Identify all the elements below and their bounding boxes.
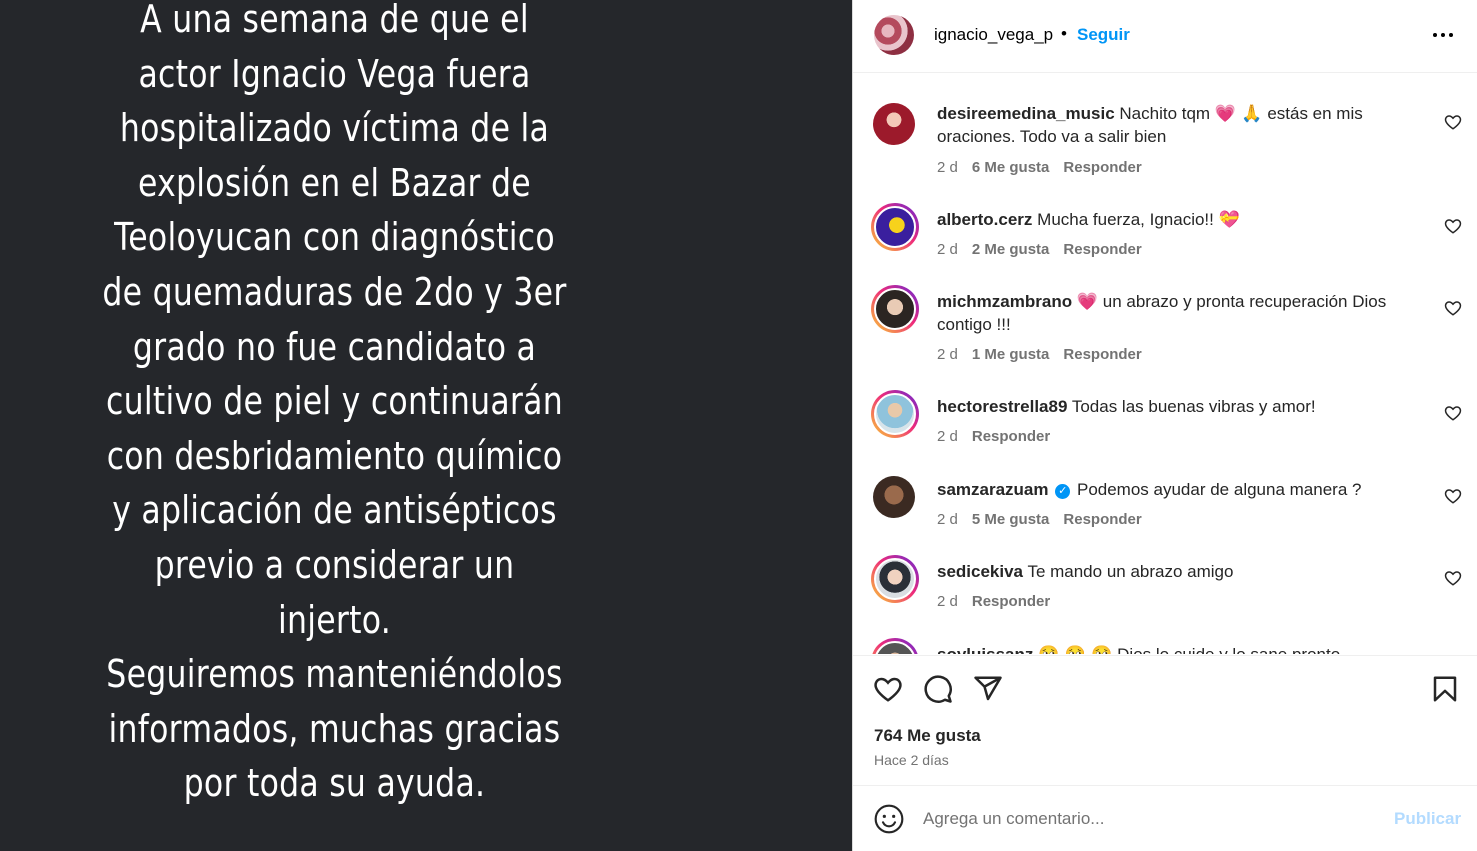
comment-body: alberto.cerz Mucha fuerza, Ignacio!! 💝 — [937, 209, 1407, 232]
comment-body: samzarazuam ✓ Podemos ayudar de alguna m… — [937, 479, 1407, 502]
like-comment-icon[interactable] — [1444, 113, 1462, 131]
comment-username[interactable]: michmzambrano — [937, 292, 1072, 311]
reply-button[interactable]: Responder — [972, 428, 1050, 445]
story-line: hospitalizado víctima de la — [119, 106, 550, 151]
reply-button[interactable]: Responder — [1063, 159, 1141, 176]
author-avatar[interactable] — [874, 15, 914, 55]
comment-text: Mucha fuerza, Ignacio!! — [1037, 210, 1214, 229]
post-side-panel: ignacio_vega_p • Seguir desireemedina_mu… — [852, 0, 1477, 851]
share-icon[interactable] — [973, 674, 1003, 704]
story-line: Seguiremos manteniéndolos — [106, 652, 563, 697]
story-line: grado no fue candidato a — [132, 324, 537, 369]
comment-emojis: 💗 — [1076, 292, 1098, 312]
comment-username[interactable]: samzarazuam — [937, 480, 1049, 499]
comment-emojis: 🥺 🥺 🥺 — [1038, 645, 1112, 654]
comment-username[interactable]: soyluissanz — [937, 645, 1033, 654]
story-line: actor Ignacio Vega fuera — [138, 51, 531, 96]
comment-composer: Publicar — [853, 785, 1477, 851]
commenter-avatar[interactable] — [871, 203, 919, 251]
comment-body: soyluissanz 🥺 🥺 🥺 Dios lo cuide y lo san… — [937, 644, 1407, 654]
comment-username[interactable]: alberto.cerz — [937, 210, 1032, 229]
comment-body: sedicekiva Te mando un abrazo amigo — [937, 561, 1407, 584]
story-line: injerto. — [277, 597, 391, 642]
comment-time[interactable]: 2 d — [937, 241, 958, 258]
comment-text: Nachito tqm — [1119, 104, 1211, 123]
story-line: y aplicación de antisépticos — [112, 488, 557, 533]
commenter-avatar[interactable] — [871, 285, 919, 333]
separator-dot: • — [1061, 24, 1067, 43]
story-line: con desbridamiento químico — [106, 433, 563, 478]
reply-button[interactable]: Responder — [1063, 511, 1141, 528]
commenter-avatar[interactable] — [873, 103, 915, 145]
likes-count[interactable]: 764 Me gusta — [874, 726, 981, 746]
follow-button[interactable]: Seguir — [1077, 25, 1130, 45]
reply-button[interactable]: Responder — [1063, 346, 1141, 363]
comment-username[interactable]: sedicekiva — [937, 562, 1023, 581]
comment-emojis: 💝 — [1218, 210, 1240, 230]
comment-username[interactable]: hectorestrella89 — [937, 397, 1067, 416]
reply-button[interactable]: Responder — [1063, 241, 1141, 258]
comment-time[interactable]: 2 d — [937, 159, 958, 176]
post-header: ignacio_vega_p • Seguir — [853, 0, 1477, 73]
like-icon[interactable] — [873, 674, 903, 704]
like-comment-icon[interactable] — [1444, 299, 1462, 317]
comment-input[interactable] — [923, 804, 1373, 834]
comment-time[interactable]: 2 d — [937, 593, 958, 610]
comment-meta: 2 d 1 Me gusta Responder — [937, 346, 1156, 363]
story-line: por toda su ayuda. — [183, 761, 486, 806]
verified-badge-icon: ✓ — [1055, 484, 1071, 499]
comment-icon[interactable] — [923, 674, 953, 704]
post-media: A una semana de que el actor Ignacio Veg… — [0, 0, 852, 851]
commenter-avatar[interactable] — [873, 476, 915, 518]
comment-likes[interactable]: 2 Me gusta — [972, 241, 1050, 258]
comment-text: Te mando un abrazo amigo — [1027, 562, 1234, 581]
post-actions: 764 Me gusta Hace 2 días — [853, 655, 1477, 785]
comment-emojis: 💗 🙏 — [1214, 104, 1263, 124]
comment-meta: 2 d 6 Me gusta Responder — [937, 159, 1156, 176]
save-bookmark-icon[interactable] — [1430, 674, 1460, 704]
comment-likes[interactable]: 6 Me gusta — [972, 159, 1050, 176]
story-line: explosión en el Bazar de — [138, 160, 531, 205]
story-line: informados, muchas gracias — [108, 706, 561, 751]
comment-body: michmzambrano 💗 un abrazo y pronta recup… — [937, 291, 1407, 336]
publish-button[interactable]: Publicar — [1394, 809, 1461, 829]
like-comment-icon[interactable] — [1444, 487, 1462, 505]
comment-body: hectorestrella89 Todas las buenas vibras… — [937, 396, 1407, 419]
comment-body: desireemedina_music Nachito tqm 💗 🙏 está… — [937, 103, 1407, 148]
story-text: A una semana de que el actor Ignacio Veg… — [0, 0, 669, 811]
story-line: cultivo de piel y continuarán — [106, 379, 563, 424]
commenter-avatar[interactable] — [871, 555, 919, 603]
story-line: de quemaduras de 2do y 3er — [102, 269, 567, 314]
comment-text: Todas las buenas vibras y amor! — [1071, 397, 1316, 416]
story-line: A una semana de que el — [140, 0, 529, 41]
comment-time[interactable]: 2 d — [937, 346, 958, 363]
like-comment-icon[interactable] — [1444, 404, 1462, 422]
story-line: Teoloyucan con diagnóstico — [114, 215, 555, 260]
commenter-avatar[interactable] — [871, 390, 919, 438]
comment-text: Dios lo cuide y lo sane pronto — [1117, 645, 1340, 654]
comment-meta: 2 d 5 Me gusta Responder — [937, 511, 1156, 528]
commenter-avatar[interactable] — [871, 638, 919, 654]
more-options-icon[interactable] — [1431, 22, 1455, 46]
emoji-picker-icon[interactable] — [873, 803, 905, 835]
comment-meta: 2 d Responder — [937, 428, 1064, 445]
comment-text: Podemos ayudar de alguna manera ? — [1076, 480, 1362, 499]
comment-likes[interactable]: 1 Me gusta — [972, 346, 1050, 363]
post-timestamp[interactable]: Hace 2 días — [874, 752, 949, 768]
story-line: previo a considerar un — [154, 542, 515, 587]
comment-meta: 2 d 2 Me gusta Responder — [937, 241, 1156, 258]
like-comment-icon[interactable] — [1444, 569, 1462, 587]
comment-time[interactable]: 2 d — [937, 428, 958, 445]
reply-button[interactable]: Responder — [972, 593, 1050, 610]
like-comment-icon[interactable] — [1444, 217, 1462, 235]
comment-meta: 2 d Responder — [937, 593, 1064, 610]
author-username[interactable]: ignacio_vega_p — [934, 25, 1053, 45]
comments-list[interactable]: desireemedina_music Nachito tqm 💗 🙏 está… — [853, 74, 1477, 654]
comment-likes[interactable]: 5 Me gusta — [972, 511, 1050, 528]
comment-username[interactable]: desireemedina_music — [937, 104, 1115, 123]
comment-time[interactable]: 2 d — [937, 511, 958, 528]
